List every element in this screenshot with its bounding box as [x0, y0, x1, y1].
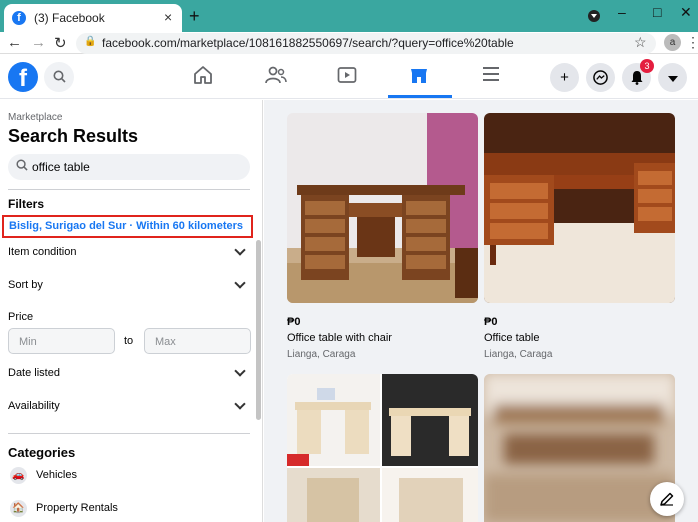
listing-location: Lianga, Caraga — [287, 349, 356, 360]
facebook-header: f + 3 — [0, 55, 698, 99]
notification-badge: 3 — [640, 59, 654, 73]
listing-card[interactable] — [287, 374, 478, 522]
filters-heading: Filters — [8, 197, 45, 211]
browser-tab[interactable]: f (3) Facebook × — [4, 4, 182, 32]
sidebar-scrollbar[interactable] — [256, 240, 261, 420]
house-icon: 🏠 — [10, 500, 27, 517]
date-listed-label: Date listed — [8, 367, 60, 379]
back-arrow-icon[interactable]: ← — [7, 34, 22, 51]
chevron-down-icon — [234, 365, 246, 377]
category-vehicles[interactable]: 🚗 Vehicles — [8, 466, 250, 486]
divider — [8, 189, 250, 190]
listing-title[interactable]: Office table — [484, 332, 539, 344]
close-window-button[interactable]: ✕ — [680, 4, 692, 21]
location-filter-link[interactable]: Bislig, Surigao del Sur · Within 60 kilo… — [2, 215, 253, 238]
listing-image[interactable] — [484, 113, 675, 303]
facebook-logo[interactable]: f — [8, 62, 38, 92]
price-label: Price — [8, 311, 34, 323]
listing-title[interactable]: Office table with chair — [287, 332, 392, 344]
home-icon[interactable] — [193, 65, 213, 91]
maximize-button[interactable]: □ — [653, 4, 661, 20]
listing-card[interactable]: ₱0 Office table Lianga, Caraga — [484, 113, 675, 363]
price-min-input[interactable]: Min — [8, 328, 115, 354]
category-label: Property Rentals — [36, 502, 118, 514]
account-caret-icon[interactable] — [658, 63, 687, 92]
messenger-icon[interactable] — [586, 63, 615, 92]
compose-message-icon[interactable] — [650, 482, 684, 516]
lock-icon[interactable]: 🔒 — [84, 36, 96, 47]
reload-icon[interactable]: ↻ — [54, 34, 67, 52]
chevron-down-icon — [234, 398, 246, 410]
listing-image[interactable] — [287, 113, 478, 303]
tab-title: (3) Facebook — [34, 11, 105, 25]
sort-by-filter[interactable]: Sort by — [8, 276, 250, 298]
watch-icon[interactable] — [337, 65, 357, 91]
car-icon: 🚗 — [10, 467, 27, 484]
price-max-input[interactable]: Max — [144, 328, 251, 354]
new-tab-button[interactable]: + — [189, 6, 200, 27]
listing-price: ₱0 — [484, 316, 498, 328]
category-property-rentals[interactable]: 🏠 Property Rentals — [8, 499, 250, 519]
divider — [8, 433, 250, 434]
listing-location: Lianga, Caraga — [484, 349, 553, 360]
tab-search-icon[interactable] — [588, 10, 600, 22]
listing-card[interactable]: ₱0 Office table with chair Lianga, Carag… — [287, 113, 478, 363]
price-to-label: to — [124, 335, 134, 347]
item-condition-filter[interactable]: Item condition — [8, 243, 250, 265]
chevron-down-icon — [234, 277, 246, 289]
listing-card[interactable] — [484, 374, 675, 522]
search-icon[interactable] — [44, 62, 74, 92]
date-listed-filter[interactable]: Date listed — [8, 364, 250, 386]
availability-label: Availability — [8, 400, 60, 412]
facebook-favicon-icon: f — [12, 11, 26, 25]
browser-profile-avatar[interactable]: a — [664, 34, 681, 51]
plus-icon[interactable]: + — [550, 63, 579, 92]
search-icon — [16, 159, 28, 174]
marketplace-icon[interactable] — [409, 65, 429, 91]
tab-close-icon[interactable]: × — [164, 9, 172, 25]
minimize-button[interactable]: – — [618, 4, 626, 20]
bookmark-star-icon[interactable]: ☆ — [634, 34, 647, 51]
location-filter-text[interactable]: Bislig, Surigao del Sur · Within 60 kilo… — [9, 220, 243, 232]
browser-tab-bar: f (3) Facebook × + – □ ✕ — [0, 0, 698, 32]
price-max-placeholder: Max — [155, 336, 176, 348]
search-results-feed: ₱0 Office table with chair Lianga, Carag… — [264, 100, 698, 522]
search-input[interactable]: office table — [8, 154, 250, 180]
address-bar[interactable]: 🔒 facebook.com/marketplace/1081618825506… — [76, 33, 656, 54]
listing-image[interactable] — [484, 374, 675, 522]
chevron-down-icon — [234, 244, 246, 256]
item-condition-label: Item condition — [8, 246, 77, 258]
search-value[interactable]: office table — [32, 160, 90, 174]
price-min-placeholder: Min — [19, 336, 37, 348]
availability-filter[interactable]: Availability — [8, 397, 250, 419]
url-text[interactable]: facebook.com/marketplace/108161882550697… — [102, 36, 514, 50]
categories-heading: Categories — [8, 445, 76, 460]
marketplace-sidebar: Marketplace Search Results office table … — [0, 100, 263, 522]
browser-menu-icon[interactable]: ⋮ — [686, 34, 698, 51]
browser-toolbar: ← → ↻ 🔒 facebook.com/marketplace/1081618… — [0, 32, 698, 54]
active-tab-indicator — [388, 95, 452, 98]
listing-image[interactable] — [287, 374, 478, 522]
menu-icon[interactable] — [482, 65, 500, 89]
page-title: Search Results — [8, 126, 139, 146]
breadcrumb[interactable]: Marketplace — [8, 112, 62, 123]
category-label: Vehicles — [36, 469, 77, 481]
listing-price: ₱0 — [287, 316, 301, 328]
forward-arrow-icon[interactable]: → — [31, 34, 46, 51]
friends-icon[interactable] — [265, 65, 287, 91]
sort-by-label: Sort by — [8, 279, 43, 291]
